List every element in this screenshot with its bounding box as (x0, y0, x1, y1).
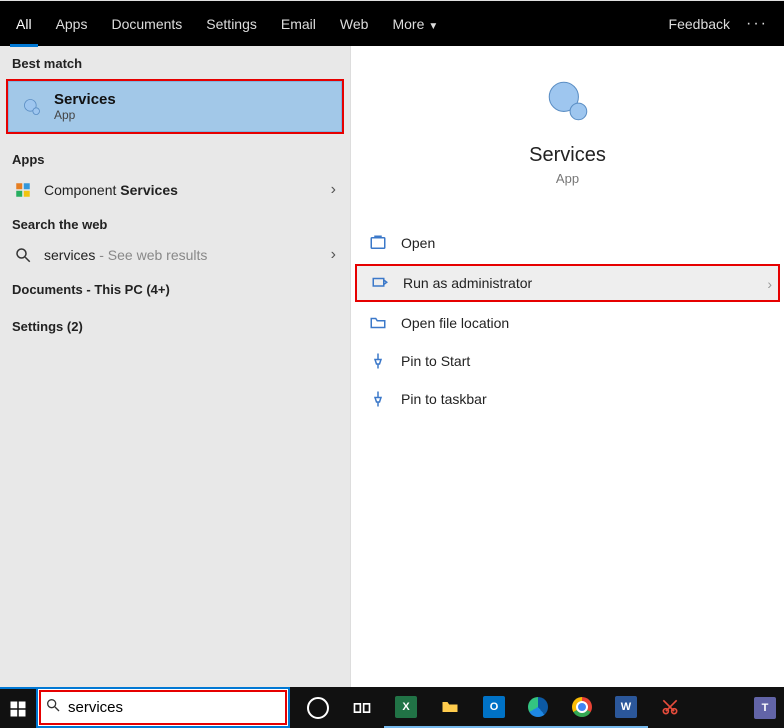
preview-panel: Services App › Open Run as administrator… (350, 46, 784, 687)
tab-all[interactable]: All (4, 1, 44, 47)
chevron-down-icon: ▼ (428, 21, 438, 32)
results-panel: Best match Services App Apps Component S… (0, 46, 350, 687)
taskbar-app-file-explorer[interactable] (428, 687, 472, 728)
expand-chevron-icon[interactable]: › (767, 276, 772, 292)
component-services-icon (14, 181, 32, 199)
best-match-result[interactable]: Services App (6, 79, 344, 134)
action-label: Pin to Start (401, 353, 470, 369)
result-label: Component Services (44, 182, 319, 198)
taskbar-app-outlook[interactable]: O (472, 687, 516, 728)
taskbar-app-word[interactable]: W (604, 687, 648, 728)
search-filter-tabs: All Apps Documents Settings Email Web Mo… (0, 0, 784, 46)
search-input[interactable] (68, 689, 288, 726)
chevron-right-icon: › (331, 246, 336, 264)
tab-email[interactable]: Email (269, 1, 328, 47)
taskbar: X O W T (0, 687, 784, 728)
pin-icon (369, 352, 387, 370)
chevron-right-icon: › (331, 181, 336, 199)
taskbar-search[interactable] (36, 687, 290, 728)
action-pin-to-start[interactable]: Pin to Start (351, 342, 784, 380)
shield-admin-icon (371, 274, 389, 292)
best-match-header: Best match (0, 46, 350, 77)
taskbar-app-edge[interactable] (516, 687, 560, 728)
action-label: Run as administrator (403, 275, 532, 291)
preview-subtitle: App (351, 171, 784, 186)
tab-apps[interactable]: Apps (44, 1, 100, 47)
preview-gear-icon (543, 76, 593, 126)
cortana-icon[interactable] (296, 687, 340, 728)
best-match-subtitle: App (54, 108, 116, 122)
preview-title: Services (351, 144, 784, 167)
tab-settings[interactable]: Settings (194, 1, 269, 47)
services-gear-icon (22, 97, 42, 117)
tray-teams-icon[interactable]: T (750, 687, 780, 728)
action-label: Pin to taskbar (401, 391, 487, 407)
taskbar-app-chrome[interactable] (560, 687, 604, 728)
search-icon (38, 697, 68, 718)
action-pin-to-taskbar[interactable]: Pin to taskbar (351, 380, 784, 418)
tab-web[interactable]: Web (328, 1, 381, 47)
open-icon (369, 234, 387, 252)
settings-header[interactable]: Settings (2) (0, 309, 350, 340)
start-button[interactable] (0, 687, 36, 728)
folder-icon (369, 314, 387, 332)
pin-icon (369, 390, 387, 408)
apps-header: Apps (0, 142, 350, 173)
best-match-title: Services (54, 91, 116, 108)
feedback-link[interactable]: Feedback (669, 1, 730, 47)
action-open-file-location[interactable]: Open file location (351, 304, 784, 342)
tab-documents[interactable]: Documents (99, 1, 194, 47)
action-open[interactable]: Open (351, 224, 784, 262)
result-web-search[interactable]: services - See web results › (0, 238, 350, 272)
tab-more[interactable]: More▼ (380, 1, 450, 47)
taskbar-app-snip[interactable] (648, 687, 692, 728)
task-view-icon[interactable] (340, 687, 384, 728)
taskbar-app-excel[interactable]: X (384, 687, 428, 728)
ellipsis-icon[interactable]: ··· (746, 15, 768, 33)
action-label: Open file location (401, 315, 509, 331)
result-label: services - See web results (44, 247, 319, 263)
action-label: Open (401, 235, 435, 251)
action-run-as-administrator[interactable]: Run as administrator (355, 264, 780, 302)
search-icon (14, 246, 32, 264)
result-component-services[interactable]: Component Services › (0, 173, 350, 207)
search-web-header: Search the web (0, 207, 350, 238)
documents-header[interactable]: Documents - This PC (4+) (0, 272, 350, 303)
